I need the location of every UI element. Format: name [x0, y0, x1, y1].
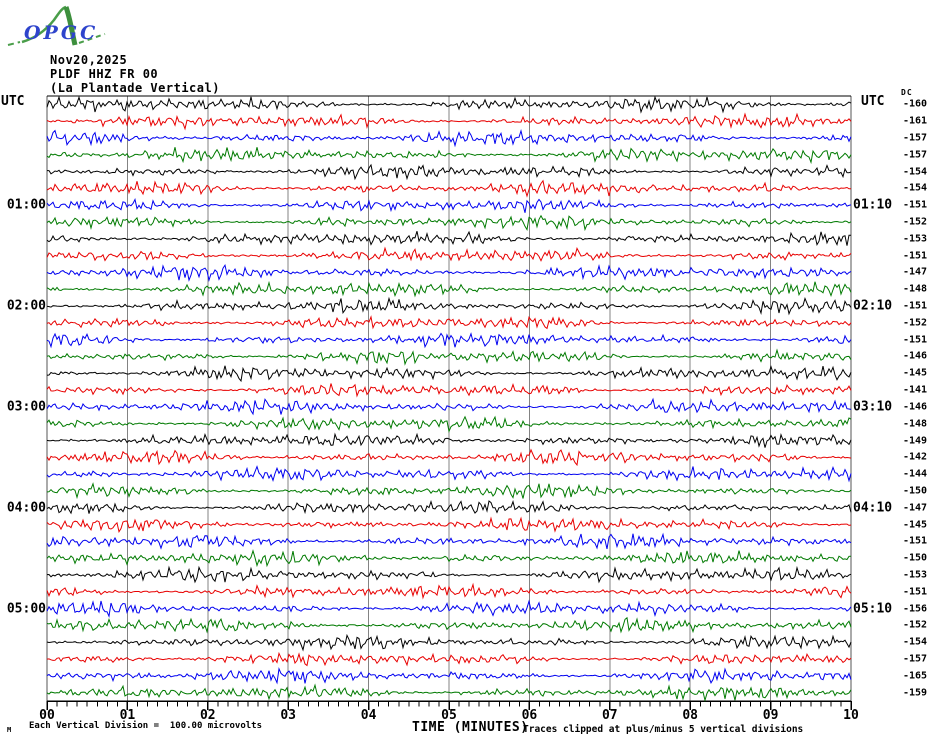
dc-offset-value: -148 [903, 418, 928, 430]
dc-offset-value: -146 [903, 350, 928, 362]
dc-offset-value: -161 [903, 115, 928, 127]
right-hour-label: 05:10 [853, 601, 893, 617]
dc-offset-value: -150 [903, 485, 928, 497]
dc-offset-value: -145 [903, 519, 928, 531]
right-hour-label: 02:10 [853, 298, 893, 314]
dc-offset-value: -154 [903, 166, 928, 178]
dc-offset-value: -157 [903, 132, 928, 144]
dc-offset-value: -152 [903, 317, 928, 329]
dc-offset-value: -151 [903, 250, 928, 262]
dc-offset-value: -141 [903, 384, 928, 396]
dc-offset-value: -142 [903, 451, 928, 463]
scale-mark-icon: M [7, 726, 12, 734]
dc-offset-value: -151 [903, 535, 928, 547]
dc-offset-value: -153 [903, 233, 928, 245]
dc-offset-value: -146 [903, 401, 928, 413]
dc-offset-value: -151 [903, 300, 928, 312]
dc-offset-value: -153 [903, 569, 928, 581]
dc-offset-value: -147 [903, 266, 928, 278]
dc-offset-value: -145 [903, 367, 928, 379]
x-tick-label: 07 [601, 708, 618, 723]
left-hour-label: 02:00 [6, 298, 46, 314]
dc-offset-value: -151 [903, 586, 928, 598]
x-tick-label: 09 [762, 708, 779, 723]
left-hour-label: 03:00 [6, 399, 46, 415]
dc-offset-value: -148 [903, 283, 928, 295]
right-hour-label: 03:10 [853, 399, 893, 415]
dc-offset-value: -147 [903, 502, 928, 514]
right-hour-label: 04:10 [853, 500, 893, 516]
dc-offset-value: -157 [903, 653, 928, 665]
dc-offset-value: -152 [903, 619, 928, 631]
x-tick-label: 03 [280, 708, 297, 723]
dc-offset-value: -149 [903, 435, 928, 446]
dc-offset-value: -156 [903, 603, 928, 615]
x-tick-label: 08 [682, 708, 699, 723]
dc-offset-value: -152 [903, 216, 928, 228]
left-hour-label: 01:00 [6, 197, 46, 213]
left-hour-label: 05:00 [6, 601, 46, 617]
helicorder-page: OPGC Nov20,2025 PLDF HHZ FR 00 (La Plant… [0, 0, 930, 744]
dc-offset-value: -151 [903, 334, 928, 346]
right-hour-label: 01:10 [853, 197, 893, 213]
x-tick-label: 10 [843, 708, 859, 723]
clip-note: Traces clipped at plus/minus 5 vertical … [523, 724, 804, 735]
seismogram-plot [46, 95, 852, 710]
dc-offset-value: -160 [903, 98, 928, 110]
x-axis-title: TIME (MINUTES) [412, 720, 529, 735]
dc-offset-value: -144 [903, 468, 928, 480]
dc-offset-value: -151 [903, 199, 928, 211]
dc-offset-value: -154 [903, 182, 928, 194]
dc-offset-value: -159 [903, 687, 928, 699]
vertical-division-note: Each Vertical Division = 100.00 microvol… [29, 721, 262, 731]
dc-offset-value: -165 [903, 670, 928, 682]
x-tick-label: 04 [360, 708, 377, 723]
dc-offset-value: -154 [903, 636, 928, 648]
dc-offset-value: -150 [903, 552, 928, 564]
left-hour-label: 04:00 [6, 500, 46, 516]
dc-offset-value: -157 [903, 149, 928, 161]
